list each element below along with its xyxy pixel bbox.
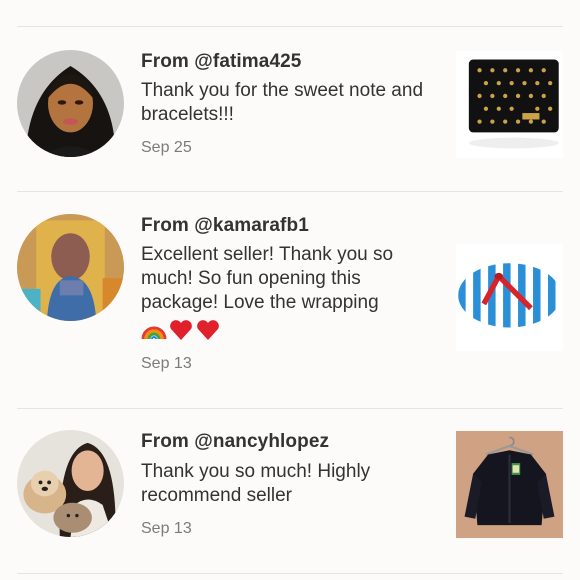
profile-photo-with-dogs-icon (17, 430, 124, 537)
review-date: Sep 13 (141, 520, 192, 537)
avatar[interactable] (17, 214, 124, 321)
emoji-row (141, 317, 431, 343)
product-thumbnail[interactable] (456, 51, 563, 158)
review-item: From @nancyhlopez Thank you so much! Hig… (0, 409, 580, 569)
avatar[interactable] (17, 430, 124, 537)
product-thumbnail[interactable] (456, 431, 563, 538)
rainbow-icon (141, 326, 167, 340)
review-date: Sep 25 (141, 139, 192, 156)
product-thumbnail[interactable] (456, 244, 563, 351)
striped-flip-flop-bag-icon (456, 244, 563, 351)
review-date: Sep 13 (141, 355, 192, 372)
black-studded-handbag-icon (456, 51, 563, 158)
bottom-divider (17, 573, 563, 574)
review-message: Excellent seller! Thank you so much! So … (141, 243, 431, 343)
review-author[interactable]: From @nancyhlopez (141, 431, 329, 453)
red-heart-icon (197, 320, 219, 340)
red-heart-icon (170, 320, 192, 340)
review-author[interactable]: From @kamarafb1 (141, 215, 309, 237)
review-message: Thank you for the sweet note and bracele… (141, 80, 424, 125)
profile-photo-icon (17, 214, 124, 321)
black-jacket-on-hanger-icon (456, 431, 563, 538)
review-message-text: Excellent seller! Thank you so much! So … (141, 244, 394, 313)
review-item: From @kamarafb1 Excellent seller! Thank … (0, 192, 580, 372)
avatar[interactable] (17, 50, 124, 157)
review-item: From @fatima425 Thank you for the sweet … (0, 27, 580, 187)
review-author[interactable]: From @fatima425 (141, 51, 301, 73)
profile-photo-icon (17, 50, 124, 157)
review-message: Thank you so much! Highly recommend sell… (141, 461, 371, 506)
